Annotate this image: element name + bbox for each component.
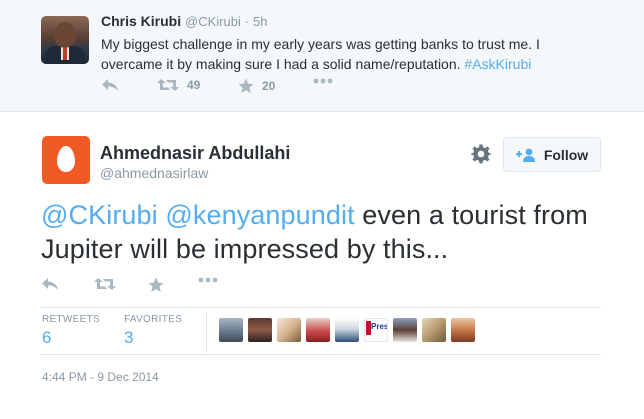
favorites-label[interactable]: FAVORITES	[124, 314, 182, 325]
stats-divider-bottom	[41, 354, 601, 355]
retweet-count: 49	[187, 78, 201, 92]
follow-person-icon	[515, 148, 535, 162]
main-author-handle[interactable]: @ahmednasirlaw	[100, 165, 208, 181]
parent-author-name[interactable]: Chris Kirubi	[101, 13, 181, 29]
stats-vertical-divider	[206, 311, 207, 353]
tweet-timestamp[interactable]: 4:44 PM - 9 Dec 2014	[42, 370, 159, 384]
follow-label: Follow	[543, 146, 589, 163]
parent-author-handle[interactable]: @CKirubi	[185, 14, 241, 29]
retweets-value[interactable]: 6	[42, 328, 51, 348]
retweet-icon	[94, 278, 116, 290]
favorites-value[interactable]: 3	[124, 328, 133, 348]
follow-button[interactable]: Follow	[503, 137, 601, 172]
favoriter-avatar[interactable]	[422, 318, 446, 342]
hashtag-link[interactable]: #AskKirubi	[464, 56, 531, 72]
ahmednasir-avatar[interactable]	[42, 136, 90, 184]
mention-kenyanpundit[interactable]: @kenyanpundit	[165, 200, 354, 230]
chris-kirubi-avatar[interactable]	[41, 16, 89, 64]
reply-button[interactable]	[101, 78, 119, 92]
main-tweet-text: @CKirubi @kenyanpundit even a tourist fr…	[41, 198, 621, 266]
main-reply-button[interactable]	[41, 277, 59, 291]
favorite-icon	[238, 78, 254, 93]
more-icon	[313, 78, 333, 84]
egg-icon	[57, 146, 75, 172]
parent-tweet-text: My biggest challenge in my early years w…	[101, 34, 571, 74]
retweet-icon	[157, 79, 179, 91]
retweet-button[interactable]: 49	[157, 78, 200, 92]
favoriter-avatar[interactable]	[248, 318, 272, 342]
favorite-button[interactable]: 20	[238, 78, 275, 94]
favoriter-avatar[interactable]	[451, 318, 475, 342]
parent-tweet-time[interactable]: 5h	[253, 14, 267, 29]
pres-logo-text: Pres	[371, 322, 388, 331]
more-icon	[198, 277, 218, 283]
reply-icon	[42, 278, 58, 290]
stats-divider-top	[41, 307, 601, 308]
favoriter-avatar[interactable]	[277, 318, 301, 342]
favoriter-avatar[interactable]	[219, 318, 243, 342]
main-more-button[interactable]	[198, 277, 218, 283]
favoriter-avatar[interactable]: Pres	[364, 318, 388, 342]
favoriter-avatar[interactable]	[393, 318, 417, 342]
reply-icon	[102, 79, 118, 91]
mention-ckirubi[interactable]: @CKirubi	[41, 200, 158, 230]
gear-icon	[471, 144, 491, 164]
main-author-name[interactable]: Ahmednasir Abdullahi	[100, 143, 290, 164]
header-separator: ·	[244, 14, 250, 29]
favoriters-avatars: Pres	[219, 318, 480, 342]
main-favorite-button[interactable]	[148, 277, 164, 293]
favoriter-avatar[interactable]	[306, 318, 330, 342]
main-retweet-button[interactable]	[94, 277, 116, 291]
favorite-icon	[148, 277, 164, 292]
parent-tweet-header: Chris Kirubi @CKirubi · 5h	[101, 13, 267, 29]
favorite-count: 20	[262, 79, 276, 93]
gear-button[interactable]	[471, 144, 491, 164]
favoriter-avatar[interactable]	[335, 318, 359, 342]
parent-tweet[interactable]: Chris Kirubi @CKirubi · 5h My biggest ch…	[0, 0, 644, 112]
more-button[interactable]	[313, 78, 333, 84]
retweets-label[interactable]: RETWEETS	[42, 314, 100, 325]
